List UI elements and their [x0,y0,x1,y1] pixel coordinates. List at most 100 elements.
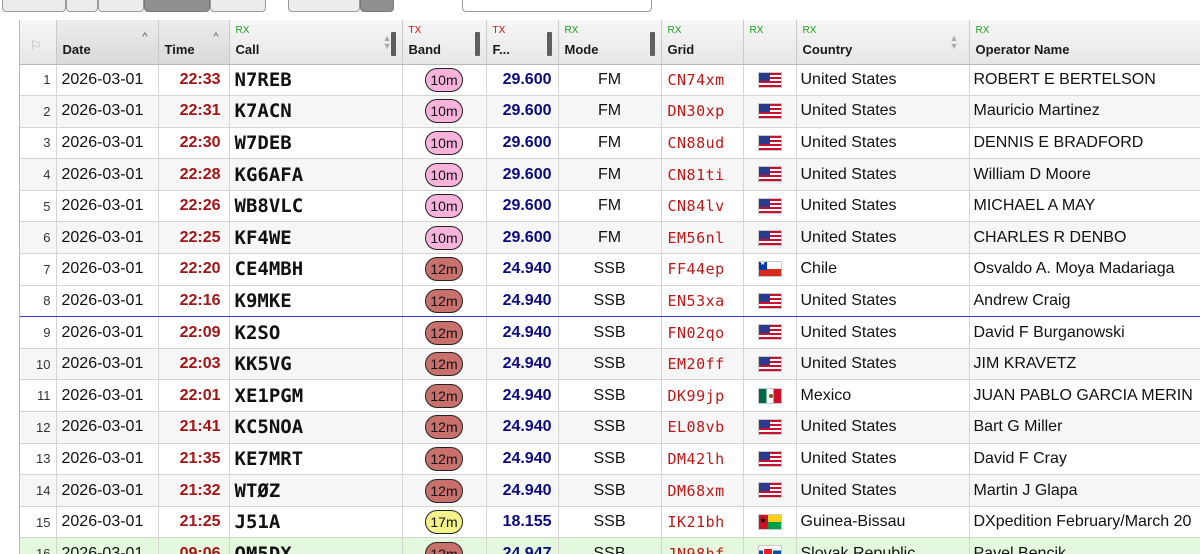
column-header-call[interactable]: RX ▲ ▼ Call [229,20,403,65]
column-resize-handle[interactable] [390,32,396,56]
call-cell[interactable]: K7ACN [229,95,403,128]
operator-cell[interactable]: David F Burganowski [969,316,1200,349]
date-cell[interactable]: 2026-03-01 [56,253,159,286]
time-cell[interactable]: 22:09 [158,316,230,349]
time-cell[interactable]: 09:06 [158,537,230,554]
table-row[interactable]: 14 2026-03-01 21:32 WTØZ 12m 24.940 SSB DM68xm U… [20,474,1200,507]
table-row[interactable]: 9 2026-03-01 22:09 K2SO 12m 24.940 SSB FN02qo Un… [20,316,1200,349]
freq-cell[interactable]: 24.940 [486,379,559,413]
column-header-band[interactable]: TX Band [402,20,487,65]
mode-cell[interactable]: SSB [558,253,662,286]
operator-cell[interactable]: JUAN PABLO GARCIA MERIN [969,379,1200,413]
mode-cell[interactable]: SSB [558,284,662,318]
country-cell[interactable]: United States [796,443,970,476]
time-cell[interactable]: 22:16 [158,284,230,318]
date-cell[interactable]: 2026-03-01 [56,348,159,381]
call-cell[interactable]: OM5DX [229,537,403,554]
operator-cell[interactable]: DXpedition February/March 20 [969,506,1200,539]
band-cell[interactable]: 12m [402,316,487,349]
toolbar-button[interactable] [210,0,266,12]
country-cell[interactable]: United States [796,190,970,223]
column-header-freq[interactable]: TX F... [486,20,559,65]
band-cell[interactable]: 12m [402,537,487,554]
call-cell[interactable]: WTØZ [229,474,403,507]
country-cell[interactable]: Mexico [796,379,970,413]
band-cell[interactable]: 10m [402,158,487,191]
date-cell[interactable]: 2026-03-01 [56,127,159,160]
column-resize-handle[interactable] [474,32,480,56]
freq-cell[interactable]: 24.940 [486,316,559,349]
table-row[interactable]: 1 2026-03-01 22:33 N7REB 10m 29.600 FM CN74xm Un… [20,64,1200,97]
operator-cell[interactable]: ROBERT E BERTELSON [969,64,1200,97]
freq-cell[interactable]: 29.600 [486,221,559,255]
time-cell[interactable]: 21:25 [158,506,230,539]
time-cell[interactable]: 21:41 [158,411,230,444]
call-cell[interactable]: WB8VLC [229,190,403,223]
country-cell[interactable]: United States [796,474,970,507]
date-cell[interactable]: 2026-03-01 [56,443,159,476]
operator-cell[interactable]: Andrew Craig [969,284,1200,318]
time-cell[interactable]: 21:35 [158,443,230,476]
country-cell[interactable]: United States [796,158,970,191]
band-cell[interactable]: 12m [402,443,487,476]
freq-cell[interactable]: 24.940 [486,253,559,286]
grid-cell[interactable]: EL08vb [661,411,744,444]
country-cell[interactable]: United States [796,95,970,128]
table-row[interactable]: 12 2026-03-01 21:41 KC5NOA 12m 24.940 SSB EL08v… [20,411,1200,444]
operator-cell[interactable]: Mauricio Martinez [969,95,1200,128]
freq-cell[interactable]: 24.947 [486,537,559,554]
time-cell[interactable]: 22:28 [158,158,230,191]
freq-cell[interactable]: 24.940 [486,443,559,476]
call-cell[interactable]: KC5NOA [229,411,403,444]
call-cell[interactable]: KE7MRT [229,443,403,476]
operator-cell[interactable]: Osvaldo A. Moya Madariaga [969,253,1200,286]
band-cell[interactable]: 10m [402,95,487,128]
date-cell[interactable]: 2026-03-01 [56,316,159,349]
table-row[interactable]: 2 2026-03-01 22:31 K7ACN 10m 29.600 FM DN30xp Un… [20,95,1200,128]
operator-cell[interactable]: David F Cray [969,443,1200,476]
operator-cell[interactable]: JIM KRAVETZ [969,348,1200,381]
call-cell[interactable]: W7DEB [229,127,403,160]
table-row[interactable]: 11 2026-03-01 22:01 XE1PGM 12m 24.940 SSB DK99j… [20,379,1200,413]
mode-cell[interactable]: SSB [558,379,662,413]
grid-cell[interactable]: EM56nl [661,221,744,255]
toolbar-button[interactable] [66,0,98,12]
grid-cell[interactable]: CN88ud [661,127,744,160]
grid-cell[interactable]: CN84lv [661,190,744,223]
call-cell[interactable]: KG6AFA [229,158,403,191]
date-cell[interactable]: 2026-03-01 [56,64,159,97]
call-cell[interactable]: J51A [229,506,403,539]
column-resize-handle[interactable] [649,32,655,56]
mode-cell[interactable]: FM [558,158,662,191]
column-header-operator[interactable]: RX Operator Name [969,20,1200,65]
operator-cell[interactable]: MICHAEL A MAY [969,190,1200,223]
grid-cell[interactable]: DN30xp [661,95,744,128]
freq-cell[interactable]: 24.940 [486,284,559,318]
toolbar-search-input[interactable] [462,0,652,12]
country-cell[interactable]: Chile [796,253,970,286]
table-row[interactable]: 6 2026-03-01 22:25 KF4WE 10m 29.600 FM EM56nl Un… [20,221,1200,255]
call-cell[interactable]: KF4WE [229,221,403,255]
time-cell[interactable]: 22:01 [158,379,230,413]
band-cell[interactable]: 17m [402,506,487,539]
time-cell[interactable]: 21:32 [158,474,230,507]
mode-cell[interactable]: FM [558,95,662,128]
mode-cell[interactable]: SSB [558,506,662,539]
column-resize-handle[interactable] [546,32,552,56]
grid-cell[interactable]: DK99jp [661,379,744,413]
grid-cell[interactable]: JN98hf [661,537,744,554]
table-row[interactable]: 4 2026-03-01 22:28 KG6AFA 10m 29.600 FM CN81ti U… [20,158,1200,191]
grid-cell[interactable]: CN74xm [661,64,744,97]
freq-cell[interactable]: 29.600 [486,127,559,160]
band-cell[interactable]: 10m [402,127,487,160]
date-cell[interactable]: 2026-03-01 [56,95,159,128]
column-header-grid[interactable]: RX Grid [661,20,744,65]
table-row[interactable]: 13 2026-03-01 21:35 KE7MRT 12m 24.940 SSB DM42l… [20,443,1200,476]
band-cell[interactable]: 12m [402,379,487,413]
date-cell[interactable]: 2026-03-01 [56,537,159,554]
column-header-time[interactable]: ^ Time [158,20,230,65]
band-cell[interactable]: 10m [402,64,487,97]
column-header-date[interactable]: ^ Date [56,20,159,65]
call-cell[interactable]: K9MKE [229,284,403,318]
freq-cell[interactable]: 24.940 [486,411,559,444]
